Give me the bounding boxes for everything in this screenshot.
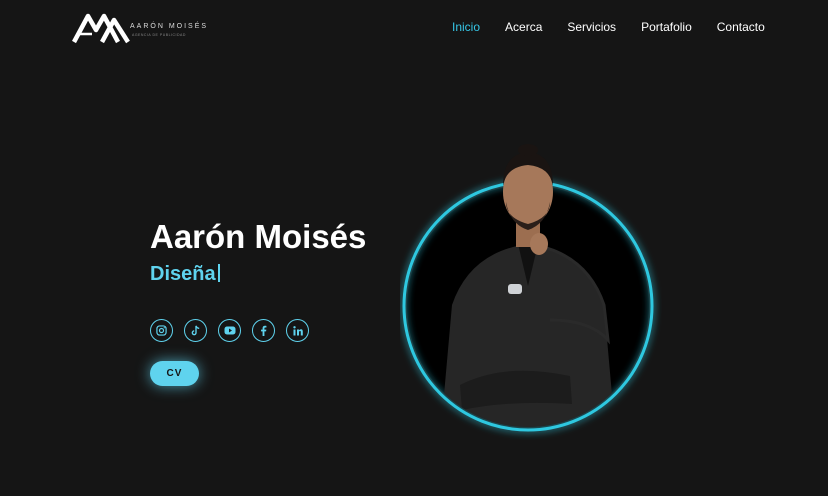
social-links bbox=[150, 319, 320, 342]
brand-logo[interactable]: AARÓN MOISÉS AGENCIA DE PUBLICIDAD bbox=[72, 12, 206, 44]
brand-name: AARÓN MOISÉS bbox=[130, 23, 209, 30]
brand-subtitle: AGENCIA DE PUBLICIDAD bbox=[132, 33, 186, 37]
linkedin-icon[interactable] bbox=[286, 319, 309, 342]
nav-item-servicios[interactable]: Servicios bbox=[567, 20, 616, 34]
hero-name: Aarón Moisés bbox=[150, 218, 367, 255]
youtube-icon[interactable] bbox=[218, 319, 241, 342]
nav-item-contacto[interactable]: Contacto bbox=[717, 20, 765, 34]
main-nav: Inicio Acerca Servicios Portafolio Conta… bbox=[452, 20, 765, 34]
logo-mark-icon bbox=[72, 13, 130, 44]
hero-role-typing: Diseña bbox=[150, 263, 220, 286]
nav-item-portafolio[interactable]: Portafolio bbox=[641, 20, 692, 34]
facebook-icon[interactable] bbox=[252, 319, 275, 342]
nav-item-inicio[interactable]: Inicio bbox=[452, 20, 480, 34]
cv-button[interactable]: CV bbox=[150, 361, 199, 386]
instagram-icon[interactable] bbox=[150, 319, 173, 342]
nav-item-acerca[interactable]: Acerca bbox=[505, 20, 542, 34]
profile-photo bbox=[402, 144, 654, 432]
tiktok-icon[interactable] bbox=[184, 319, 207, 342]
